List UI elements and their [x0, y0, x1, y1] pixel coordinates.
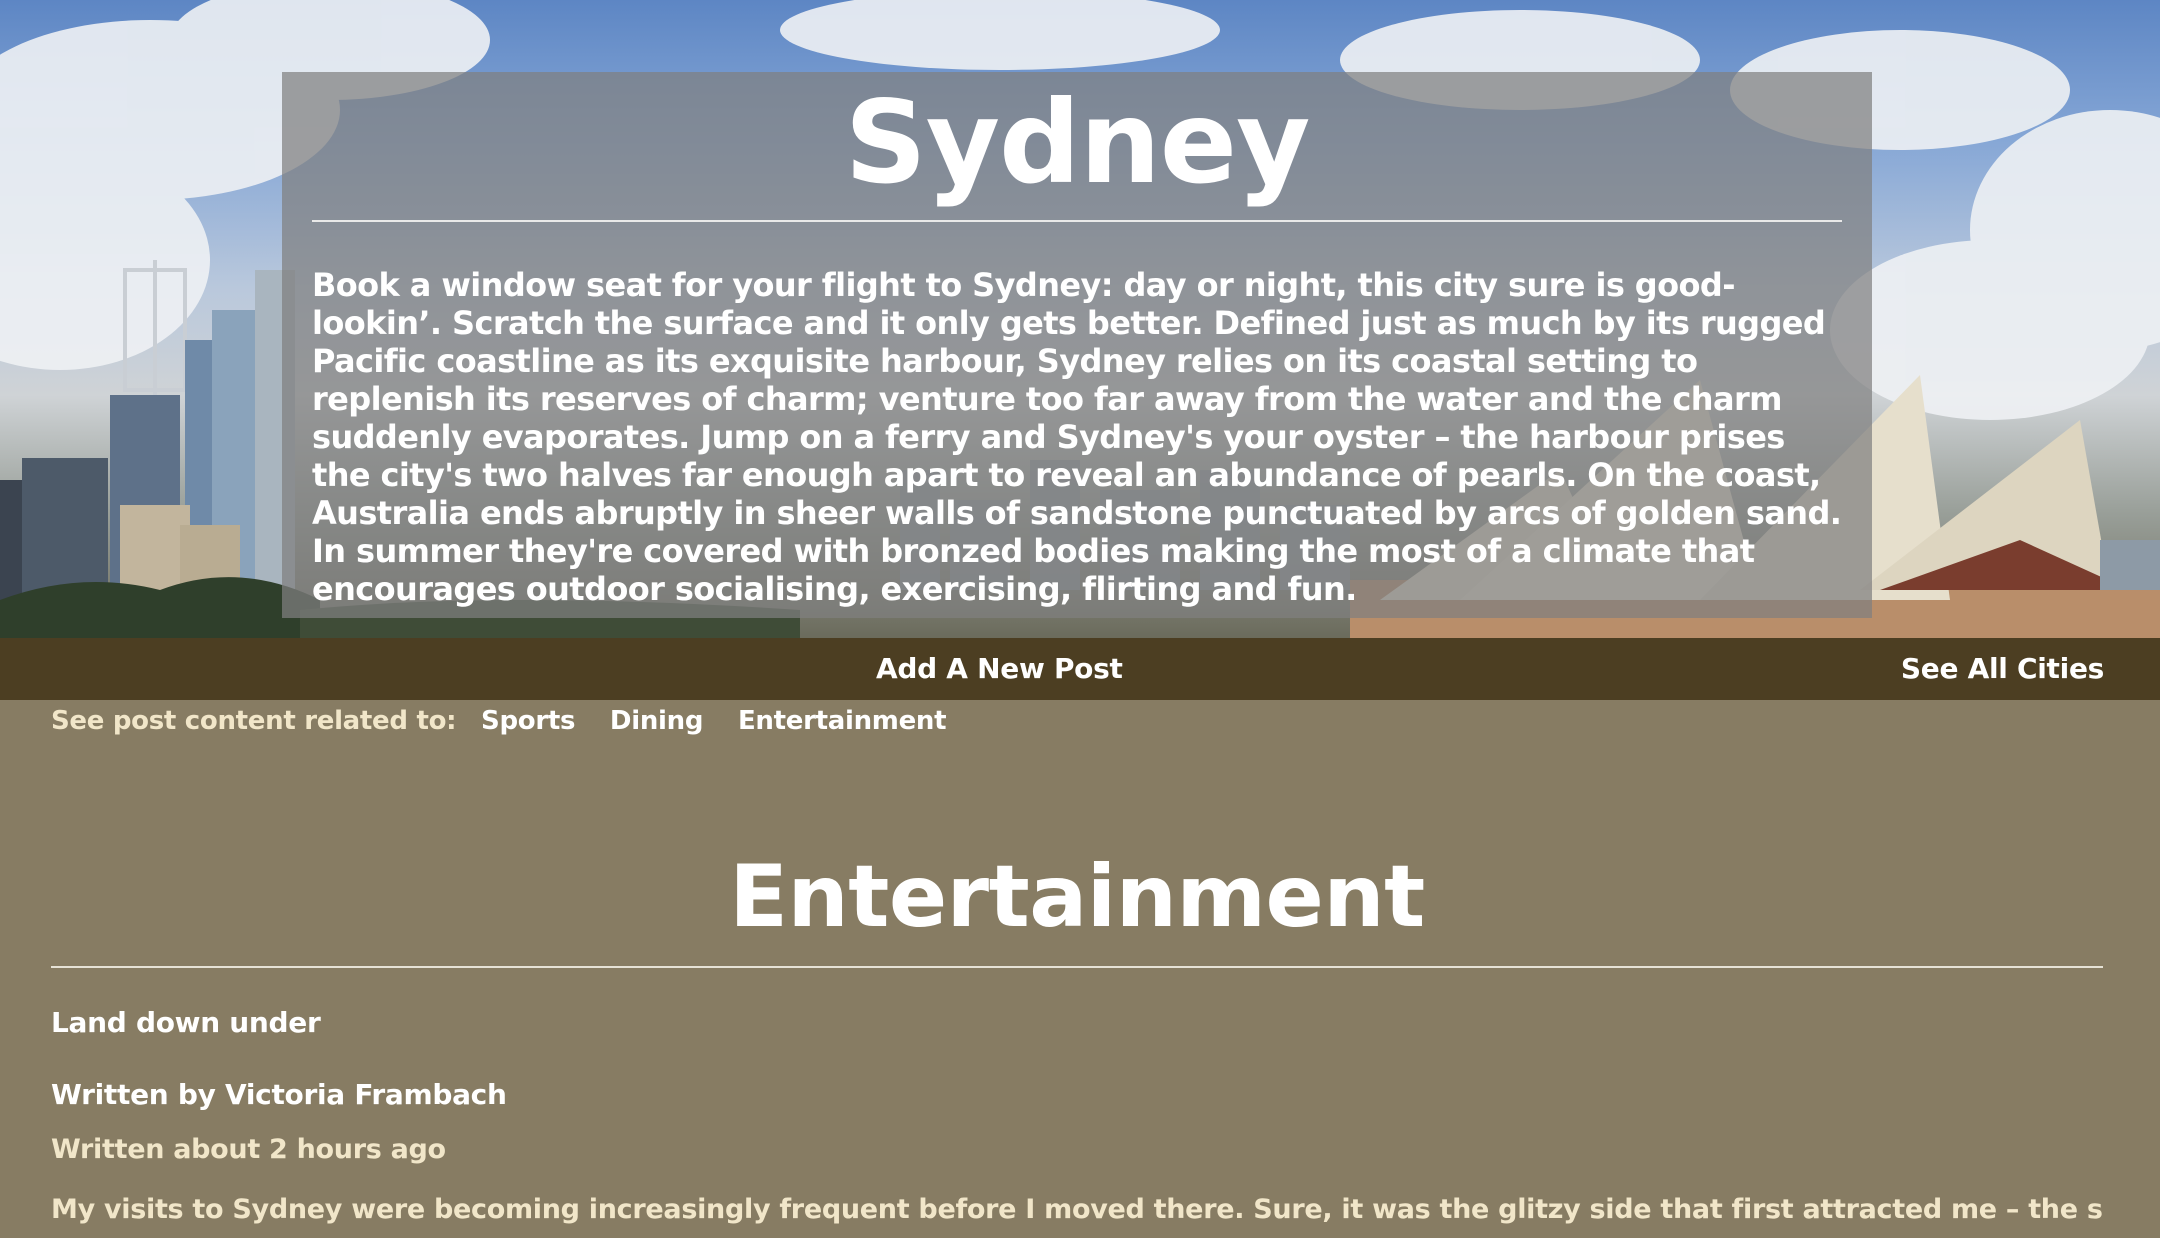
filter-link-dining[interactable]: Dining	[610, 706, 704, 736]
see-all-cities-link[interactable]: See All Cities	[1901, 638, 2104, 700]
section-divider	[51, 966, 2103, 968]
city-intro-card: Sydney Book a window seat for your fligh…	[282, 72, 1872, 618]
post-timestamp: Written about 2 hours ago	[51, 1134, 446, 1165]
filter-link-sports[interactable]: Sports	[481, 706, 575, 736]
post-author: Written by Victoria Frambach	[51, 1078, 507, 1111]
post-title[interactable]: Land down under	[51, 1006, 321, 1039]
filter-link-entertainment[interactable]: Entertainment	[738, 706, 947, 736]
section-title: Entertainment	[729, 847, 1425, 947]
filter-label: See post content related to:	[51, 706, 457, 736]
entertainment-section: Entertainment Land down under Written by…	[51, 842, 2103, 1225]
title-divider	[312, 220, 1842, 222]
add-new-post-link[interactable]: Add A New Post	[876, 638, 1123, 700]
nav-bar: Add A New Post See All Cities	[0, 638, 2160, 700]
city-title: Sydney	[844, 76, 1311, 209]
post-body: My visits to Sydney were becoming increa…	[51, 1194, 2103, 1225]
category-filter: See post content related to: Sports Dini…	[51, 700, 972, 742]
hero-banner: Sydney Book a window seat for your fligh…	[0, 0, 2160, 638]
city-description: Book a window seat for your flight to Sy…	[312, 266, 1842, 608]
